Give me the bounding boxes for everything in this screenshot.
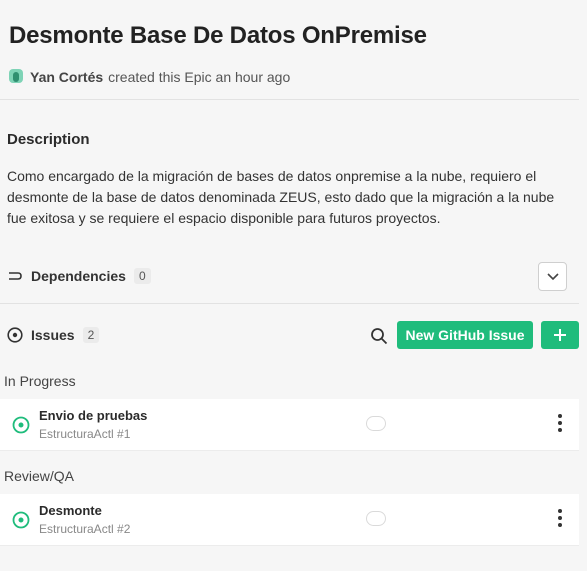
search-icon bbox=[371, 328, 388, 345]
open-issue-icon bbox=[12, 511, 30, 529]
description-heading: Description bbox=[7, 131, 90, 148]
issue-ref: EstructuraActl #2 bbox=[39, 522, 131, 536]
add-issue-button[interactable] bbox=[541, 321, 579, 349]
divider bbox=[0, 303, 579, 304]
dependencies-label: Dependencies bbox=[31, 268, 126, 284]
chevron-down-icon bbox=[546, 272, 559, 280]
estimate-pill[interactable] bbox=[366, 416, 386, 431]
plus-icon bbox=[554, 329, 566, 341]
created-text: created this Epic an hour ago bbox=[108, 69, 291, 85]
description-text[interactable]: Como encargado de la migración de bases … bbox=[7, 166, 572, 229]
estimate-pill[interactable] bbox=[366, 511, 386, 526]
issue-card[interactable]: Desmonte EstructuraActl #2 bbox=[0, 494, 579, 546]
epic-title: Desmonte Base De Datos OnPremise bbox=[9, 22, 427, 49]
issue-card[interactable]: Envio de pruebas EstructuraActl #1 bbox=[0, 399, 579, 451]
author-name[interactable]: Yan Cortés bbox=[30, 69, 103, 85]
search-issues-button[interactable] bbox=[368, 325, 390, 347]
dependencies-header: Dependencies 0 bbox=[7, 268, 151, 284]
issue-circle-icon bbox=[7, 327, 23, 343]
dependencies-icon bbox=[7, 268, 23, 284]
issues-header: Issues 2 bbox=[7, 327, 100, 343]
open-issue-icon bbox=[12, 416, 30, 434]
issue-ref: EstructuraActl #1 bbox=[39, 427, 131, 441]
more-vertical-icon[interactable] bbox=[552, 412, 568, 434]
user-avatar-icon bbox=[9, 69, 23, 85]
epic-meta: Yan Cortés created this Epic an hour ago bbox=[9, 69, 290, 85]
issues-label: Issues bbox=[31, 327, 75, 343]
divider bbox=[0, 99, 579, 100]
group-label-review-qa: Review/QA bbox=[4, 468, 75, 484]
dependencies-count: 0 bbox=[133, 268, 151, 284]
issue-name[interactable]: Desmonte bbox=[39, 503, 102, 518]
more-vertical-icon[interactable] bbox=[552, 507, 568, 529]
issues-count: 2 bbox=[82, 327, 100, 343]
toggle-dependencies-button[interactable] bbox=[538, 262, 567, 291]
issue-name[interactable]: Envio de pruebas bbox=[39, 408, 147, 423]
new-github-issue-button[interactable]: New GitHub Issue bbox=[397, 321, 533, 349]
group-label-in-progress: In Progress bbox=[4, 373, 76, 389]
